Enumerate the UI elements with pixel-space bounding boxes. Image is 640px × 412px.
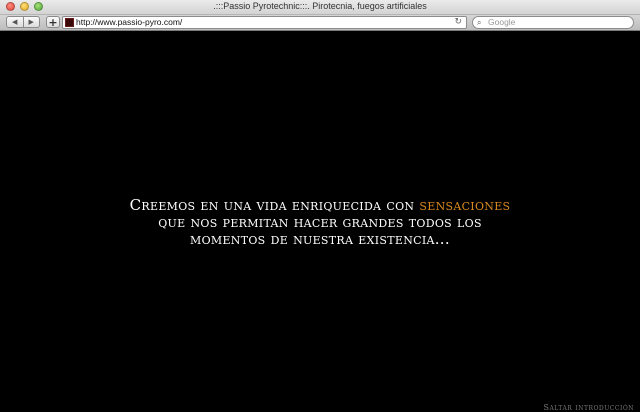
window-title: .:::Passio Pyrotechnic:::. Pirotecnia, f… (213, 1, 427, 11)
intro-line-1: Creemos en una vida enriquecida con sens… (0, 197, 640, 214)
add-bookmark-button[interactable]: + (46, 16, 60, 28)
back-button[interactable]: ◀ (7, 17, 23, 27)
search-bar[interactable]: ⌕ (472, 16, 634, 29)
search-input[interactable] (488, 17, 628, 28)
intro-line-2: que nos permitan hacer grandes todos los (158, 213, 482, 231)
nav-buttons: ◀ ▶ (6, 16, 40, 28)
back-arrow-icon: ◀ (12, 17, 18, 26)
forward-button[interactable]: ▶ (22, 17, 40, 27)
reload-icon[interactable]: ↻ (454, 17, 462, 28)
intro-line-1-prefix: Creemos en una vida enriquecida con (129, 196, 415, 214)
browser-toolbar: ◀ ▶ + http://www.passio-pyro.com/ ↻ ⌕ (0, 15, 640, 31)
site-favicon-icon (65, 18, 74, 27)
url-text[interactable]: http://www.passio-pyro.com/ (76, 17, 182, 28)
intro-text: Creemos en una vida enriquecida con sens… (0, 197, 640, 248)
window-titlebar: .:::Passio Pyrotechnic:::. Pirotecnia, f… (0, 0, 640, 15)
page-content: Creemos en una vida enriquecida con sens… (0, 31, 640, 412)
search-icon: ⌕ (477, 18, 482, 27)
forward-arrow-icon: ▶ (28, 17, 34, 26)
intro-highlight-word: sensaciones (419, 196, 511, 214)
address-bar[interactable]: http://www.passio-pyro.com/ ↻ (62, 16, 467, 29)
intro-line-3: momentos de nuestra existencia... (190, 230, 450, 248)
